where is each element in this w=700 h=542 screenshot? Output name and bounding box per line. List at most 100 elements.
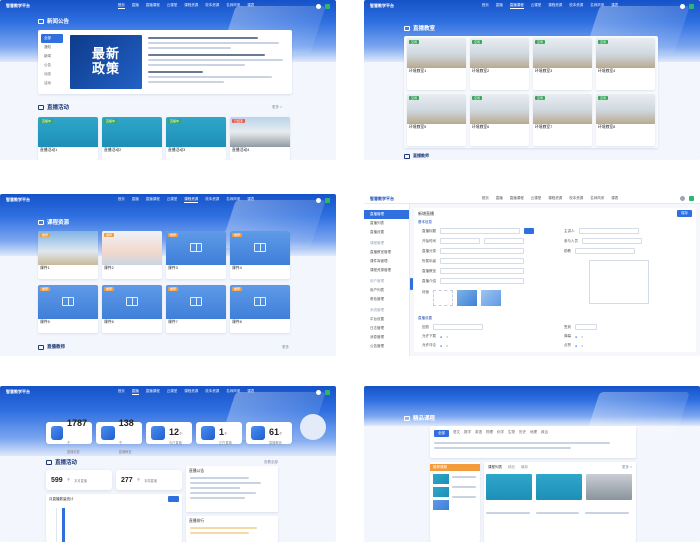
nav-item[interactable]: 云课堂 <box>167 197 178 203</box>
tab-all[interactable]: 全部 <box>41 34 63 43</box>
filter-chip[interactable]: 政治 <box>541 430 548 437</box>
site-logo[interactable]: 智慧教学平台 <box>6 3 66 9</box>
sidebar-item[interactable]: 角色管理 <box>364 295 409 304</box>
nav-item[interactable]: 直播 <box>496 196 503 201</box>
avatar[interactable] <box>689 196 694 201</box>
refresh-icon[interactable] <box>316 389 321 395</box>
classroom-card[interactable]: 空闲 环境教室5 <box>407 94 466 146</box>
nav-item[interactable]: 校本资源 <box>205 3 219 9</box>
start-time-input[interactable] <box>440 238 480 244</box>
nav-item[interactable]: 直播 <box>132 197 139 203</box>
site-logo[interactable]: 智慧教学平台 <box>370 3 430 9</box>
nav-item[interactable]: 课程资源 <box>184 3 198 9</box>
course-card[interactable]: 推荐 课件7 <box>166 285 226 333</box>
nav-item[interactable]: 课表 <box>247 389 254 395</box>
sidebar-item[interactable]: 日志管理 <box>364 324 409 333</box>
tab-notice[interactable]: 通知 <box>41 43 63 52</box>
live-card[interactable]: 直播中 直播活动3 <box>166 117 226 160</box>
nav-item[interactable]: 首页 <box>117 3 125 9</box>
nav-item[interactable]: 名师风采 <box>226 197 240 203</box>
sidebar-item[interactable]: 课程资源管理 <box>364 266 409 275</box>
course-card[interactable]: 推荐 课件8 <box>230 285 290 333</box>
nav-item[interactable]: 云课堂 <box>167 389 178 395</box>
course-thumb[interactable] <box>536 474 582 500</box>
nav-item[interactable]: 直播课程 <box>509 3 524 9</box>
participants-input[interactable] <box>582 238 642 244</box>
nav-item[interactable]: 名师风采 <box>226 389 240 395</box>
nav-item[interactable]: 直播 <box>131 389 139 395</box>
avatar[interactable] <box>689 3 694 9</box>
option-input[interactable] <box>433 324 483 330</box>
live-card[interactable]: 直播中 直播活动2 <box>102 117 162 160</box>
radio-icon[interactable]: ○ <box>581 335 583 339</box>
classroom-card[interactable]: 空闲 环境教室4 <box>596 38 655 90</box>
cover-upload[interactable] <box>433 290 453 306</box>
nav-item[interactable]: 校本资源 <box>569 196 583 201</box>
nav-item[interactable]: 云课堂 <box>531 196 542 201</box>
nav-item[interactable]: 课程资源 <box>548 196 562 201</box>
course-thumb[interactable] <box>486 474 532 500</box>
nav-item[interactable]: 云课堂 <box>167 3 178 9</box>
select-button[interactable] <box>524 228 534 234</box>
nav-item[interactable]: 直播 <box>496 3 503 9</box>
nav-item[interactable]: 课程资源 <box>184 197 199 203</box>
policy-poster[interactable]: 最新政策 <box>70 35 142 89</box>
assistant-input[interactable] <box>575 248 635 254</box>
site-logo[interactable]: 智慧教学平台 <box>6 389 66 395</box>
nav-item[interactable]: 直播课程 <box>146 197 160 203</box>
view-all-link[interactable]: 查看全部 <box>264 460 278 465</box>
collapse-handle[interactable] <box>410 278 413 290</box>
nav-item[interactable]: 直播课程 <box>146 389 160 395</box>
refresh-icon[interactable] <box>316 3 321 9</box>
radio-icon[interactable]: ● <box>440 344 442 348</box>
sidebar-item[interactable]: 直播管理 <box>364 210 409 219</box>
nav-item[interactable]: 课程资源 <box>184 389 198 395</box>
radio-icon[interactable]: ○ <box>446 335 448 339</box>
nav-item[interactable]: 课程资源 <box>548 3 562 9</box>
filter-chip[interactable]: 数学 <box>464 430 471 437</box>
course-card[interactable]: 推荐 课件6 <box>102 285 162 333</box>
sidebar-item[interactable]: 平台设置 <box>364 315 409 324</box>
radio-icon[interactable]: ● <box>575 335 577 339</box>
grade-select[interactable] <box>440 258 524 264</box>
nav-item[interactable]: 首页 <box>118 197 125 203</box>
avatar[interactable] <box>325 389 330 395</box>
recommend-thumb[interactable] <box>433 474 449 484</box>
refresh-icon[interactable] <box>316 197 321 203</box>
category-select[interactable] <box>440 248 524 254</box>
classroom-card[interactable]: 空闲 环境教室2 <box>470 38 529 90</box>
sidebar-item[interactable]: 直播教室管理 <box>364 248 409 257</box>
nav-item[interactable]: 首页 <box>482 196 489 201</box>
sidebar-item[interactable]: 公告管理 <box>364 342 409 351</box>
classroom-select[interactable] <box>440 268 524 274</box>
filter-chip[interactable]: 物理 <box>486 430 493 437</box>
cover-image[interactable] <box>457 290 477 306</box>
course-card[interactable]: 推荐 课件3 <box>166 231 226 279</box>
nav-item[interactable]: 名师风采 <box>226 3 240 9</box>
live-card[interactable]: 已结束 直播活动4 <box>230 117 290 160</box>
host-input[interactable] <box>578 228 639 234</box>
refresh-icon[interactable] <box>680 3 685 9</box>
tab-dynamic[interactable]: 动态 <box>41 70 63 79</box>
nav-item[interactable]: 直播课程 <box>510 196 524 201</box>
nav-item[interactable]: 课表 <box>611 3 618 9</box>
classroom-card[interactable]: 空闲 环境教室7 <box>533 94 592 146</box>
refresh-icon[interactable] <box>680 196 685 201</box>
nav-item[interactable]: 校本资源 <box>569 3 583 9</box>
radio-icon[interactable]: ● <box>440 335 442 339</box>
save-button[interactable]: 保存 <box>677 210 692 217</box>
sidebar-item[interactable]: 课件库管理 <box>364 257 409 266</box>
nav-item[interactable]: 名师风采 <box>590 3 604 9</box>
filter-chip[interactable]: 生物 <box>508 430 515 437</box>
nav-item[interactable]: 直播课程 <box>146 3 160 9</box>
course-card[interactable]: 推荐 课件1 <box>38 231 98 279</box>
tab-featured[interactable]: 精品 <box>508 465 515 470</box>
recommend-thumb[interactable] <box>433 487 449 497</box>
classroom-card[interactable]: 空闲 环境教室1 <box>407 38 466 90</box>
chart-filter-button[interactable] <box>168 496 179 502</box>
radio-icon[interactable]: ● <box>575 344 577 348</box>
sidebar-item[interactable]: 直播设置 <box>364 228 409 237</box>
tab-activity[interactable]: 活动 <box>41 79 63 88</box>
more-link[interactable]: 更多 > <box>272 105 282 110</box>
radio-icon[interactable]: ○ <box>446 344 448 348</box>
